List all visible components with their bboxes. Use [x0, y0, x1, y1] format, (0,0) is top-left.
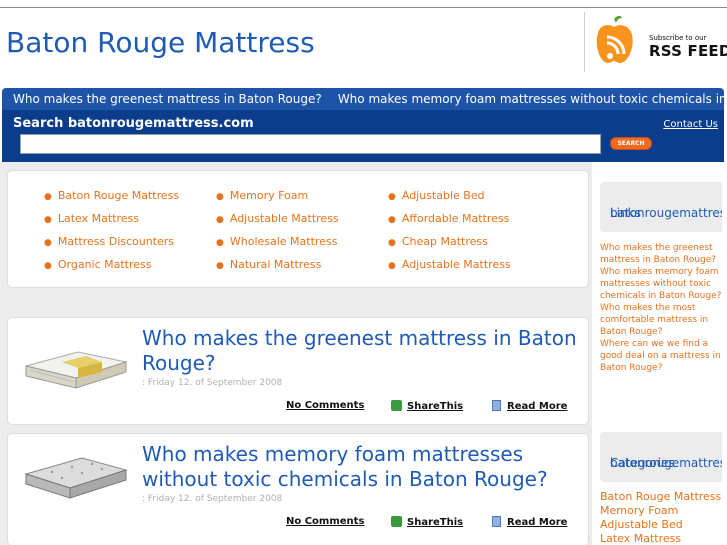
contact-us-link[interactable]: Contact Us — [663, 119, 718, 130]
nav-item-greenest[interactable]: Who makes the greenest mattress in Baton… — [13, 88, 322, 110]
list-item[interactable]: ● Adjustable Mattress — [388, 254, 511, 277]
nav-item-memory-foam[interactable]: Who makes memory foam mattresses without… — [338, 88, 724, 110]
sidebar-category[interactable]: Latex Mattress — [600, 532, 722, 545]
bullet-icon: ● — [388, 192, 396, 202]
links-column-2: ● Memory Foam ● Adjustable Mattress ● Whole… — [216, 185, 339, 277]
bullet-icon: ● — [44, 192, 52, 202]
sidebar-categories-heading: batonrougemattress.comCategories — [600, 432, 722, 482]
share-link[interactable]: ShareThis — [391, 516, 463, 528]
bullet-icon: ● — [44, 238, 52, 248]
list-item[interactable]: ● Mattress Discounters — [44, 231, 179, 254]
list-item[interactable]: ● Natural Mattress — [216, 254, 339, 277]
rss-feed-link[interactable]: RSS FEED — [649, 42, 727, 60]
category-links-box: ● Baton Rouge Mattress ● Latex Mattress ● M… — [7, 170, 589, 288]
read-more-link[interactable]: Read More — [492, 516, 567, 528]
list-item[interactable]: ● Memory Foam — [216, 185, 339, 208]
bullet-icon: ● — [216, 192, 224, 202]
top-navigation: Who makes the greenest mattress in Baton… — [2, 88, 724, 110]
list-item[interactable]: ● Latex Mattress — [44, 208, 179, 231]
links-column-1: ● Baton Rouge Mattress ● Latex Mattress ● M… — [44, 185, 179, 277]
rss-separator — [584, 12, 585, 72]
sidebar-links-list: Who makes the greenest mattress in Baton… — [600, 242, 722, 374]
list-item[interactable]: ● Organic Mattress — [44, 254, 179, 277]
share-icon — [391, 400, 402, 411]
bullet-icon: ● — [44, 215, 52, 225]
post-card: Who makes memory foam mattresses without… — [7, 433, 589, 545]
bullet-icon: ● — [388, 261, 396, 271]
sidebar-category[interactable]: Adjustable Bed — [600, 518, 722, 532]
read-more-link[interactable]: Read More — [492, 400, 567, 412]
sidebar-categories-list: Baton Rouge Mattress Memory Foam Adjusta… — [600, 490, 722, 545]
list-item[interactable]: ● Baton Rouge Mattress — [44, 185, 179, 208]
search-title: Search batonrougemattress.com — [13, 116, 254, 131]
list-item[interactable]: ● Affordable Mattress — [388, 208, 511, 231]
post-card: Who makes the greenest mattress in Baton… — [7, 317, 589, 425]
search-input[interactable] — [20, 134, 601, 154]
document-icon — [492, 516, 501, 527]
post-date: : Friday 12. of September 2008 — [142, 494, 283, 504]
comments-link[interactable]: No Comments — [286, 516, 364, 527]
sidebar-link[interactable]: Where can we we find a good deal on a ma… — [600, 338, 722, 374]
sidebar-link[interactable]: Who makes the greenest mattress in Baton… — [600, 242, 722, 266]
bullet-icon: ● — [216, 215, 224, 225]
list-item[interactable]: ● Adjustable Mattress — [216, 208, 339, 231]
rss-subscribe-text: Subscribe to our — [649, 34, 707, 42]
mattress-image[interactable] — [22, 448, 128, 508]
sidebar-category[interactable]: Baton Rouge Mattress — [600, 490, 722, 504]
bullet-icon: ● — [388, 238, 396, 248]
bullet-icon: ● — [44, 261, 52, 271]
sidebar-link[interactable]: Who makes the most comfortable mattress … — [600, 302, 722, 338]
sidebar-link[interactable]: Who makes memory foam mattresses without… — [600, 266, 722, 302]
sidebar-category[interactable]: Memory Foam — [600, 504, 722, 518]
share-icon — [391, 516, 402, 527]
post-title[interactable]: Who makes the greenest mattress in Baton… — [142, 326, 582, 376]
post-actions: No Comments ShareThis Read More — [8, 400, 590, 416]
document-icon — [492, 400, 501, 411]
comments-link[interactable]: No Comments — [286, 400, 364, 411]
site-title[interactable]: Baton Rouge Mattress — [6, 26, 315, 59]
search-button[interactable]: SEARCH — [610, 137, 652, 150]
list-item[interactable]: ● Adjustable Bed — [388, 185, 511, 208]
share-link[interactable]: ShareThis — [391, 400, 463, 412]
mattress-image[interactable] — [22, 332, 128, 392]
links-column-3: ● Adjustable Bed ● Affordable Mattress ● Ch… — [388, 185, 511, 277]
bullet-icon: ● — [216, 261, 224, 271]
bullet-icon: ● — [216, 238, 224, 248]
post-title[interactable]: Who makes memory foam mattresses without… — [142, 442, 582, 492]
list-item[interactable]: ● Wholesale Mattress — [216, 231, 339, 254]
sidebar-links-heading: batonrougemattress.comLinks — [600, 182, 722, 232]
search-bar: Search batonrougemattress.com Contact Us… — [2, 110, 724, 162]
list-item[interactable]: ● Cheap Mattress — [388, 231, 511, 254]
post-date: : Friday 12. of September 2008 — [142, 378, 283, 388]
rss-icon[interactable] — [590, 15, 638, 67]
post-actions: No Comments ShareThis Read More — [8, 516, 590, 532]
top-divider — [0, 7, 727, 8]
bullet-icon: ● — [388, 215, 396, 225]
